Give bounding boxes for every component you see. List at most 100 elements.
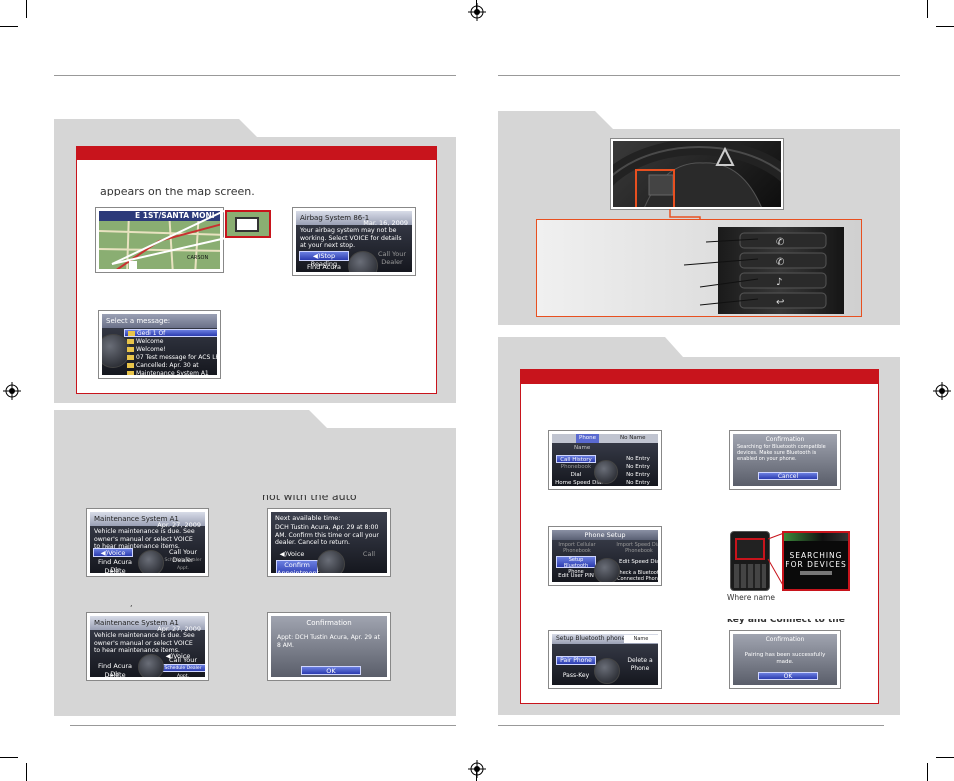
cancel-button[interactable]: Cancel <box>758 472 818 480</box>
ok-button[interactable]: OK <box>301 666 361 675</box>
pair-phone-button[interactable]: Pair Phone <box>556 656 596 665</box>
phone-setup-title: Phone Setup <box>552 530 658 540</box>
confirmation-message: Pairing has been successfully made. <box>744 652 826 665</box>
import-phonebook-item[interactable]: Import Cellular Phonebook <box>554 542 600 554</box>
interface-knob-icon <box>594 460 618 484</box>
interface-knob-icon <box>594 558 620 582</box>
fragment-text: not with the auto <box>262 495 357 503</box>
phone-menu-screen: Phone No Name Name Call History Phoneboo… <box>549 431 661 489</box>
phone-caption: Where name <box>727 594 775 602</box>
message-item[interactable]: Maintenance System A1 <box>124 370 217 375</box>
phone-display <box>735 538 765 560</box>
confirmation-message: Searching for Bluetooth compatible devic… <box>737 444 826 462</box>
highlight-box <box>635 169 675 207</box>
interface-knob-icon <box>317 550 345 573</box>
delete-button[interactable]: Delete <box>100 671 130 677</box>
registration-mark-icon <box>468 3 486 21</box>
message-item[interactable]: 07 Test message for ACS LF <box>124 354 217 362</box>
call-button[interactable]: Call <box>351 550 387 559</box>
key-caption: key and Connect to the <box>727 619 845 625</box>
tab-no-name[interactable]: No Name <box>620 434 645 443</box>
delete-phone-button[interactable]: Delete a Phone <box>618 657 658 672</box>
message-item[interactable]: Welcome! <box>124 346 217 354</box>
select-title: Select a message: <box>102 314 217 328</box>
section-tab <box>498 111 590 129</box>
stop-reading-button[interactable]: ◀)Stop Reading <box>299 251 349 268</box>
call-history-item[interactable]: Call History <box>556 455 596 463</box>
folder-icon <box>127 355 134 360</box>
ok-button[interactable]: OK <box>758 672 818 680</box>
voice-button[interactable]: ◀)Voice <box>93 548 133 557</box>
confirm-appointment-button[interactable]: Confirm Appointment <box>276 560 319 573</box>
folder-icon <box>127 363 134 368</box>
maintenance-screen: Maintenance System A1 Apr. 27, 2009 Vehi… <box>87 613 208 680</box>
entry-value: No Entry <box>626 456 650 462</box>
call-dealer-button[interactable]: Call Your Dealer <box>158 548 205 564</box>
schedule-appt-button[interactable]: Schedule Dealer Appt. <box>158 664 205 677</box>
maintenance-screen: Maintenance System A1 Apr. 27, 2009 Vehi… <box>87 509 208 576</box>
setup-bluetooth-item[interactable]: Setup Bluetooth Phone <box>556 556 596 575</box>
find-dealer-button[interactable]: Find Acura Dlr <box>93 662 137 677</box>
next-title: Next available time: <box>275 514 341 522</box>
registration-mark-icon <box>468 760 486 778</box>
envelope-icon <box>235 217 259 232</box>
message-item[interactable]: Welcome <box>124 338 217 346</box>
phonebook-item[interactable]: Phonebook <box>556 463 596 471</box>
edit-speed-dial-item[interactable]: Edit Speed Dial <box>618 558 658 566</box>
folder-icon <box>127 347 134 352</box>
tip-box-header <box>520 369 879 384</box>
searching-line1: SEARCHING <box>789 551 843 560</box>
check-phone-item[interactable]: Check a Bluetooth Connected Phone <box>616 570 658 582</box>
interface-knob-icon <box>594 658 620 684</box>
confirmation-pair-screen: Confirmation Pairing has been successful… <box>730 631 840 688</box>
searching-progress <box>800 571 832 575</box>
tip-box-header <box>76 146 437 160</box>
header-rule-right <box>498 75 900 76</box>
header-rule-left <box>54 75 456 76</box>
confirmation-title: Confirmation <box>765 636 805 643</box>
dial-item[interactable]: Dial <box>556 471 596 479</box>
signal-bar <box>784 533 848 541</box>
phone-keypad <box>734 564 766 588</box>
delete-button[interactable]: Delete <box>100 567 130 573</box>
entry-value: No Entry <box>626 464 650 470</box>
registration-mark-icon <box>933 382 951 400</box>
folder-icon <box>127 371 134 375</box>
entry-value: No Entry <box>626 480 650 486</box>
pass-key-button[interactable]: Pass-Key <box>558 672 594 680</box>
tab-slant <box>589 111 613 129</box>
setup-bt-tab[interactable]: Name <box>624 635 658 643</box>
interface-knob-icon <box>138 654 164 677</box>
folder-icon <box>128 331 135 336</box>
message-item[interactable]: Cancelled: Apr. 30 at 11:00am <box>124 362 217 370</box>
airbag-screen: Airbag System 86-1 Mar. 16, 2009 Your ai… <box>293 208 415 275</box>
schedule-appt-button[interactable]: Schedule Dealer Appt. <box>158 557 205 571</box>
confirmation-search-screen: Confirmation Searching for Bluetooth com… <box>730 431 840 489</box>
section-tab <box>54 119 234 137</box>
message-item[interactable]: Gedi 1 Of <box>124 329 217 337</box>
airbag-date: Mar. 16, 2009 <box>363 219 408 227</box>
voice-button[interactable]: ◀)Voice <box>274 550 310 559</box>
section-tab <box>498 337 660 357</box>
searching-display: SEARCHING FOR DEVICES <box>782 531 850 591</box>
tab-slant <box>303 410 327 428</box>
phone-setup-screen: Phone Setup Import Cellular Phonebook Se… <box>549 527 661 585</box>
tab-phone[interactable]: Phone <box>576 434 600 443</box>
find-dealer-button[interactable]: Find Acura Dlr <box>306 263 342 272</box>
tab-slant <box>659 337 683 357</box>
airbag-message: Your airbag system may not be working. S… <box>300 227 402 249</box>
steering-wheel-photo <box>611 139 783 209</box>
import-speed-dial-item[interactable]: Import Speed Dial Phonebook <box>616 542 658 554</box>
phone-tabs: Phone No Name <box>552 434 658 443</box>
registration-mark-icon <box>3 382 21 400</box>
phone-subtitle: Name <box>574 445 591 451</box>
edit-pin-item[interactable]: Edit User PIN <box>554 572 598 580</box>
pointer-lines <box>683 238 759 306</box>
section-tab <box>54 410 304 428</box>
find-dealer-button[interactable]: Find Acura Dlr <box>93 558 137 573</box>
call-dealer-button[interactable]: Call Your Dealer <box>158 656 205 672</box>
setup-bluetooth-screen: Setup Bluetooth phone Name Pair Phone De… <box>549 631 661 688</box>
tab-slant <box>233 119 257 137</box>
fragment-mark: , <box>130 602 133 608</box>
folder-icon <box>127 339 134 344</box>
